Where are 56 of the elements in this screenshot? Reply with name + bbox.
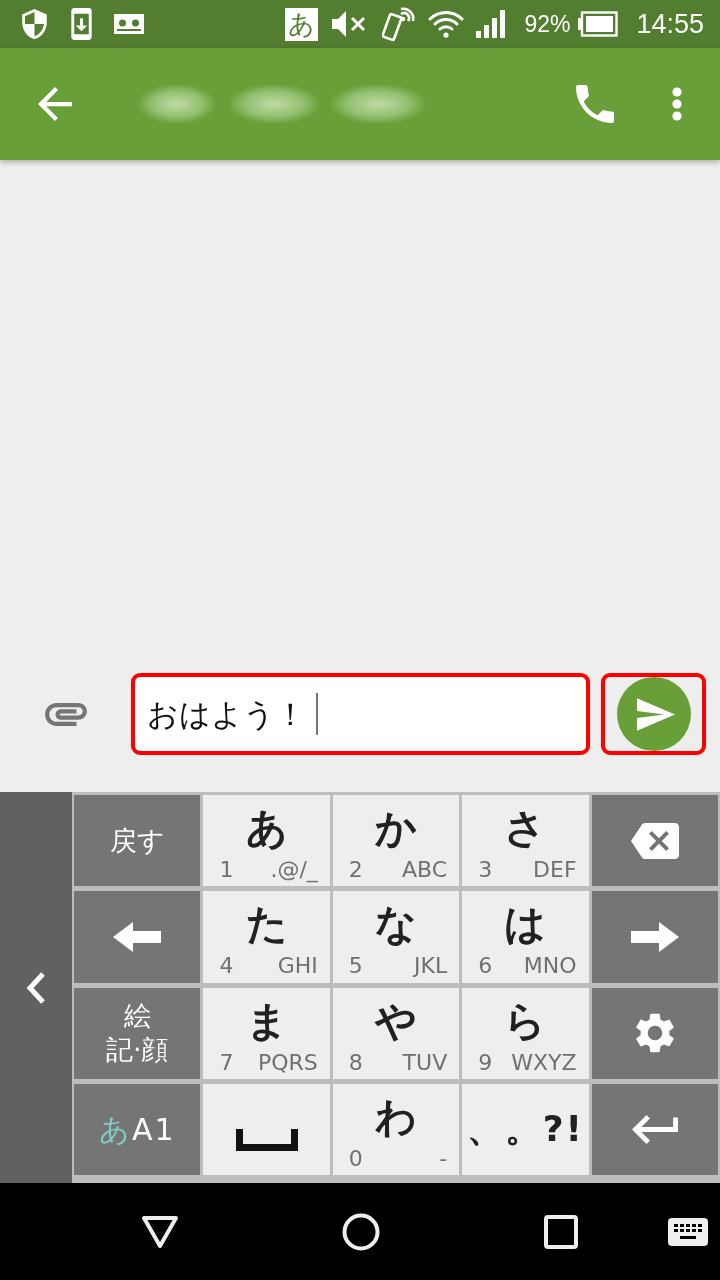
call-button[interactable] — [576, 85, 614, 123]
space-key[interactable] — [203, 1083, 330, 1175]
kana-key[interactable]: た 4 GHI — [203, 891, 330, 983]
kana-key[interactable]: か 2 ABC — [332, 795, 460, 887]
back-button[interactable] — [38, 87, 72, 121]
cursor-left-key[interactable] — [74, 891, 201, 983]
signal-icon — [476, 10, 507, 38]
backspace-icon — [630, 822, 679, 859]
more-options-button[interactable] — [672, 87, 682, 121]
clock-time: 14:55 — [636, 7, 704, 41]
kana-key[interactable]: ら 9 WXYZ — [462, 987, 589, 1079]
cursor-right-key[interactable] — [591, 891, 718, 983]
enter-arrow-icon — [631, 1114, 678, 1144]
phone-download-icon — [71, 8, 92, 40]
keyboard-switch-button[interactable] — [668, 1217, 708, 1246]
more-vertical-icon — [672, 87, 682, 121]
shield-icon — [22, 9, 47, 39]
enter-key[interactable] — [591, 1083, 718, 1175]
kana-key[interactable]: ま 7 PQRS — [203, 987, 330, 1079]
cassette-icon — [114, 14, 144, 34]
triangle-icon — [141, 1214, 179, 1249]
message-input[interactable]: おはよう！ — [131, 673, 590, 755]
kana-key[interactable]: は 6 MNO — [462, 891, 589, 983]
kana-key[interactable]: な 5 JKL — [332, 891, 460, 983]
input-mode-indicator: あ — [285, 7, 319, 41]
home-nav-button[interactable] — [342, 1212, 380, 1251]
kana-key[interactable]: や 8 TUV — [332, 987, 460, 1079]
punctuation-key[interactable]: 、。?! — [462, 1083, 589, 1175]
function-key[interactable]: 戻す — [74, 795, 201, 887]
back-nav-button[interactable] — [141, 1214, 179, 1249]
chevron-left-icon — [25, 970, 47, 1005]
battery-icon — [578, 11, 619, 37]
left-arrow-icon — [113, 921, 162, 952]
battery-percent: 92% — [524, 9, 571, 39]
recents-nav-button[interactable] — [544, 1214, 578, 1249]
wifi-icon — [428, 10, 465, 38]
keyboard-icon — [668, 1217, 708, 1246]
settings-key[interactable] — [591, 987, 718, 1079]
back-arrow-icon — [38, 87, 72, 121]
kana-key[interactable]: さ 3 DEF — [462, 795, 589, 887]
kana-key[interactable]: あ 1 .@/_ — [203, 795, 330, 887]
phone-tap-icon — [382, 5, 417, 43]
circle-icon — [342, 1212, 380, 1251]
attach-button[interactable] — [44, 702, 87, 726]
backspace-key[interactable] — [591, 795, 718, 887]
space-bracket-icon — [235, 1129, 298, 1152]
square-icon — [544, 1214, 578, 1249]
collapse-keyboard-button[interactable] — [25, 970, 47, 1005]
right-arrow-icon — [630, 921, 679, 952]
phone-icon — [576, 85, 614, 123]
send-icon — [636, 697, 675, 731]
paperclip-icon — [44, 702, 87, 726]
settings-icon — [634, 1013, 675, 1054]
function-key[interactable]: 絵 記·顔 — [74, 987, 201, 1079]
kana-key[interactable]: わ 0 - — [332, 1083, 460, 1175]
input-mode-key[interactable]: あA1 — [74, 1083, 201, 1175]
